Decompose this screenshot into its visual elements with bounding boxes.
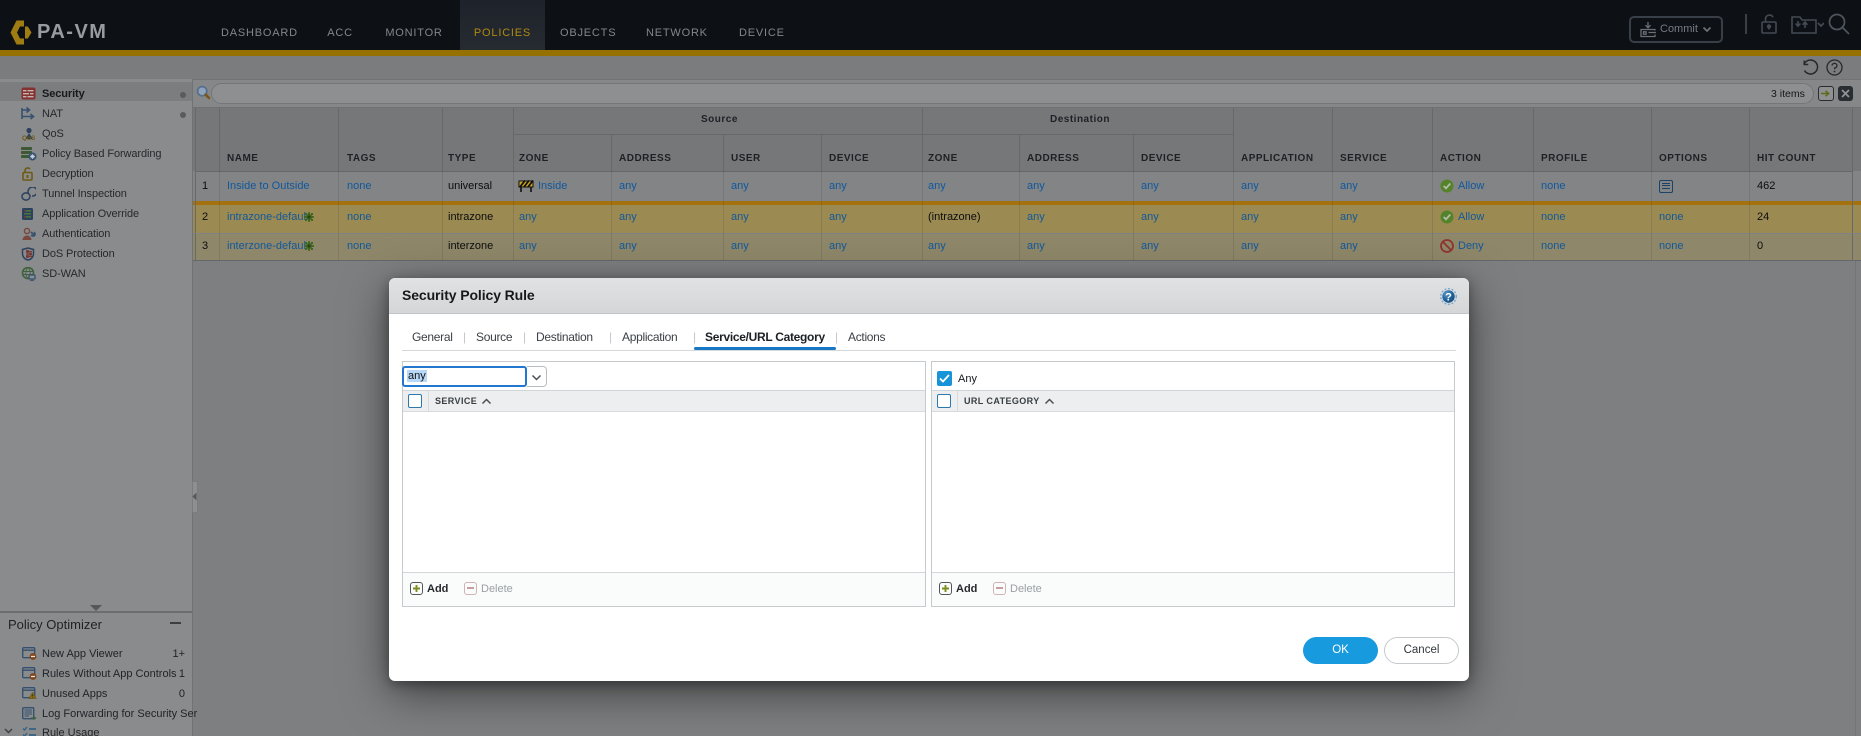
svg-text:?: ? — [1445, 291, 1452, 303]
svg-text:QoS: QoS — [22, 135, 36, 141]
